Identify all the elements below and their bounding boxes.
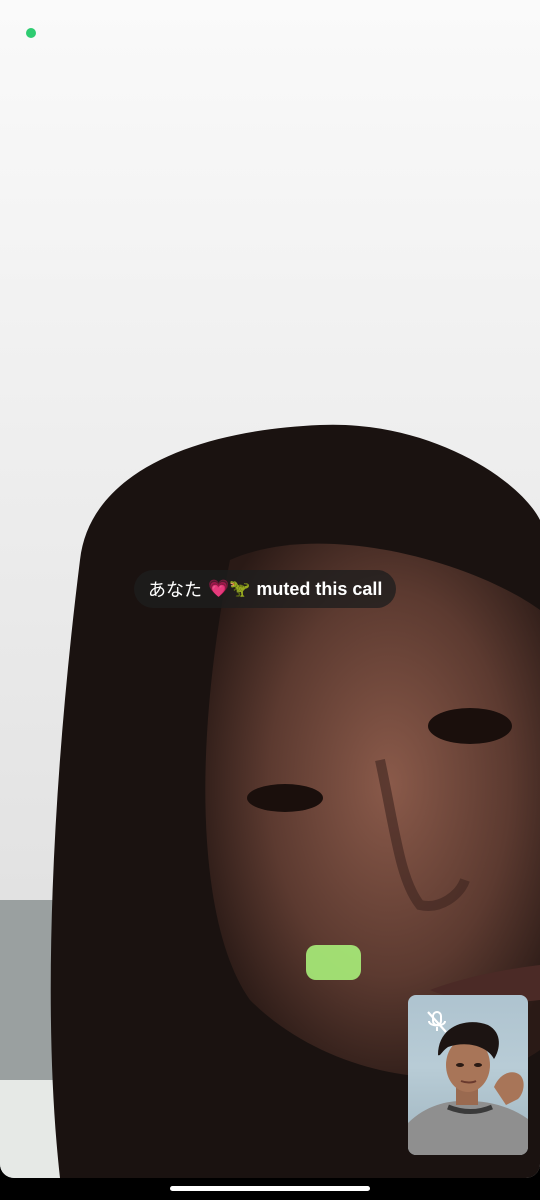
mic-off-icon [424, 1009, 450, 1035]
participant-emoji: 💗🦖 [208, 579, 251, 599]
camera-in-use-indicator [26, 28, 36, 38]
self-view-preview[interactable] [408, 995, 528, 1155]
mute-notice-text: muted this call [256, 578, 383, 599]
home-indicator[interactable] [170, 1186, 370, 1191]
video-call-screen: あなた 💗🦖 muted this call [0, 0, 540, 1200]
mute-notification-pill: あなた 💗🦖 muted this call [134, 570, 397, 608]
participant-name: あなた [148, 580, 202, 601]
